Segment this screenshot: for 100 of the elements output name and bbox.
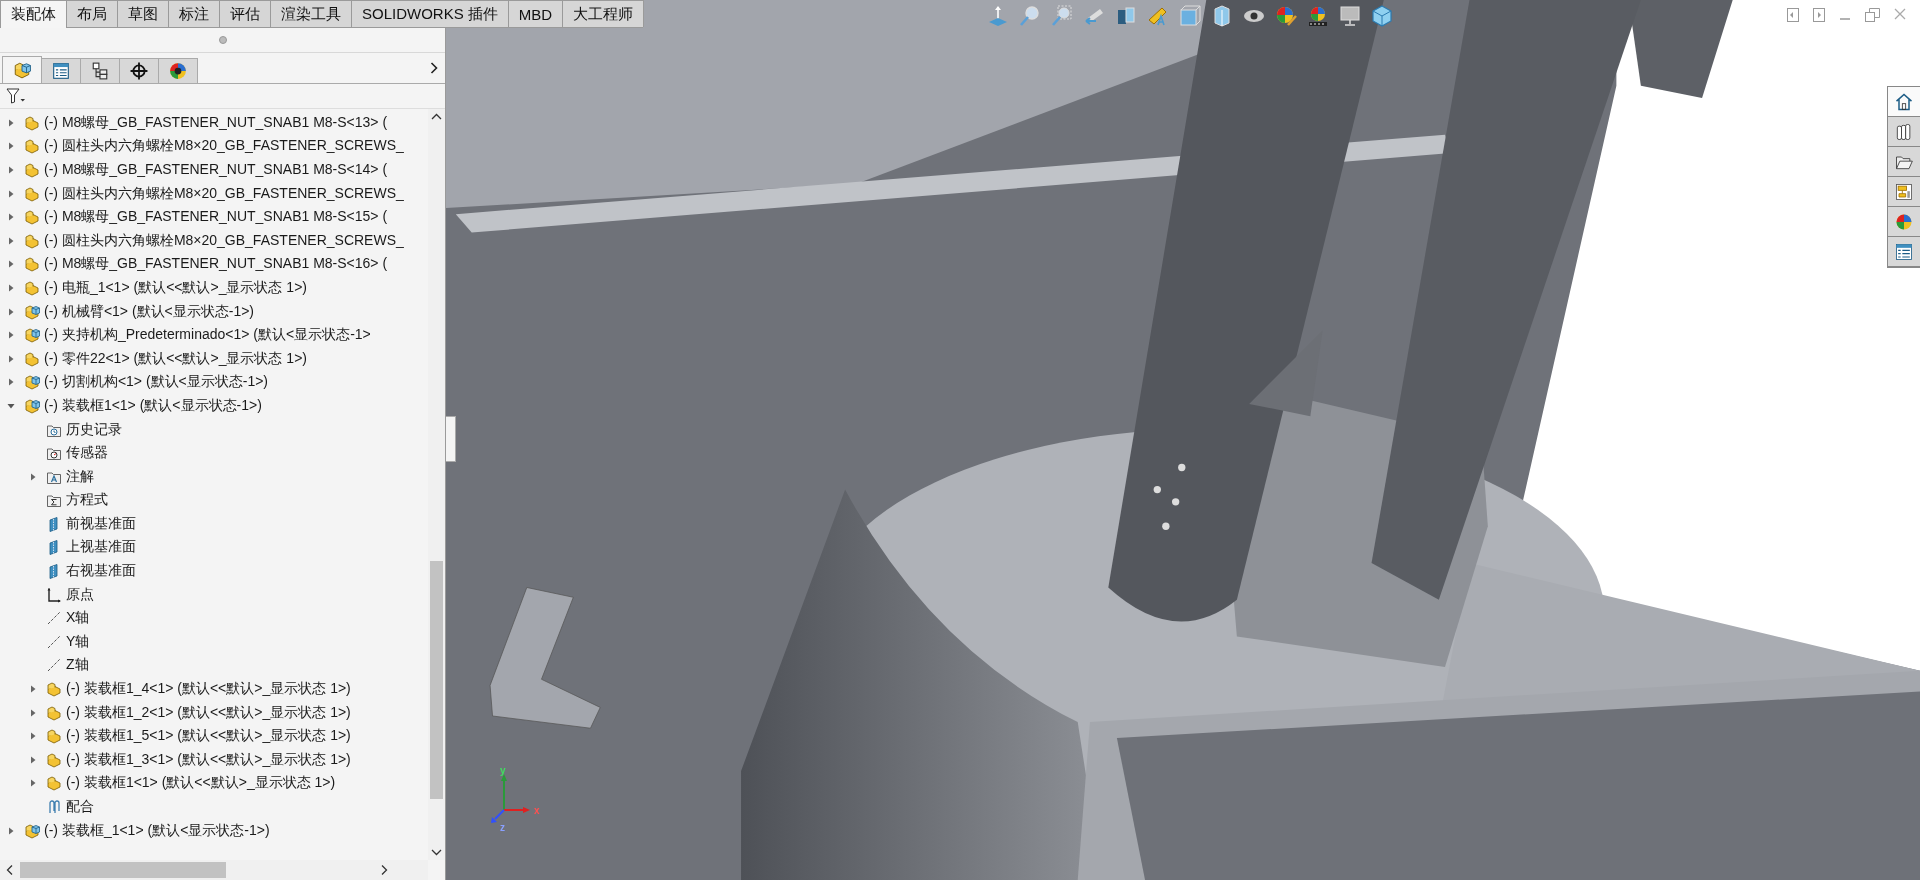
task-pane-tab[interactable] [1888, 87, 1920, 117]
panel-tab[interactable] [158, 58, 198, 83]
axis-triad-icon [491, 774, 530, 823]
home-icon [1894, 91, 1914, 112]
part-icon [46, 775, 62, 792]
assembly-icon [24, 303, 40, 320]
tree-item[interactable]: (-) 装载框1_4<1> (默认<<默认>_显示状态 1>) [66, 680, 351, 699]
monitor-icon[interactable] [1338, 4, 1362, 28]
panel-collapse-handle[interactable] [446, 416, 456, 462]
axis-label: z [500, 822, 505, 832]
horizontal-scrollbar[interactable] [0, 860, 428, 880]
tree-item[interactable]: 上视基准面 [66, 538, 136, 557]
tree-item[interactable]: (-) M8螺母_GB_FASTENER_NUT_SNAB1 M8-S<16> ( [44, 255, 388, 274]
tree-item[interactable]: (-) M8螺母_GB_FASTENER_NUT_SNAB1 M8-S<15> ( [44, 208, 388, 227]
part-icon [24, 232, 40, 249]
tree-item[interactable]: 前视基准面 [66, 514, 136, 533]
tree-item[interactable]: 历史记录 [66, 420, 122, 439]
ribbon-tab[interactable]: 评估 [219, 0, 271, 27]
axis-icon [46, 657, 62, 674]
tree-item[interactable]: (-) 装载框1_3<1> (默认<<默认>_显示状态 1>) [66, 750, 351, 769]
tree-item[interactable]: (-) 电瓶_1<1> (默认<<默认>_显示状态 1>) [44, 278, 307, 297]
part-icon [46, 751, 62, 768]
crosshair-icon [130, 62, 148, 80]
ribbon-tab[interactable]: MBD [507, 0, 564, 27]
ribbon-tab[interactable]: 草图 [117, 0, 169, 27]
property-list-icon [52, 62, 70, 80]
assembly-icon [24, 374, 40, 391]
ribbon-tab[interactable]: SOLIDWORKS 插件 [351, 0, 509, 27]
axis-icon [46, 633, 62, 650]
ribbon-tab[interactable]: 装配体 [0, 0, 67, 28]
configuration-tree-icon [91, 62, 109, 80]
feature-tree-icon [13, 61, 31, 79]
ribbon-tab[interactable]: 大工程师 [562, 0, 645, 27]
view-palette-icon [1894, 181, 1914, 202]
ribbon-tab[interactable]: 布局 [66, 0, 118, 27]
tree-item[interactable]: 右视基准面 [66, 562, 136, 581]
property-list-icon [1894, 241, 1914, 262]
task-pane-tab[interactable] [1888, 147, 1920, 177]
tree-item[interactable]: (-) M8螺母_GB_FASTENER_NUT_SNAB1 M8-S<13> ( [44, 113, 388, 132]
part-icon [24, 114, 40, 131]
part-icon [24, 350, 40, 367]
panel-right-icon[interactable] [1813, 8, 1825, 22]
tree-item[interactable]: (-) 切割机构<1> (默认<显示状态-1>) [44, 373, 269, 392]
part-icon [24, 185, 40, 202]
equation-folder-icon [46, 492, 62, 509]
color-ball-icon [169, 62, 187, 80]
tree-item[interactable]: (-) 装载框1_2<1> (默认<<默认>_显示状态 1>) [66, 703, 351, 722]
axis-icon [46, 610, 62, 627]
tree-item[interactable]: 方程式 [66, 491, 108, 510]
task-pane-tab[interactable] [1888, 207, 1920, 237]
part-icon [24, 256, 40, 273]
part-icon [46, 704, 62, 721]
vertical-scrollbar[interactable] [428, 109, 445, 860]
tree-item[interactable]: (-) 圆柱头内六角螺栓M8×20_GB_FASTENER_SCREWS_ [44, 231, 404, 250]
tree-item[interactable]: 原点 [66, 585, 94, 604]
part-icon [24, 138, 40, 155]
tree-item[interactable]: X轴 [66, 609, 90, 628]
scrollbar-thumb[interactable] [430, 561, 443, 799]
ribbon-tab[interactable]: 标注 [168, 0, 220, 27]
cube-icon[interactable] [1370, 4, 1394, 28]
tree-item[interactable]: (-) 装载框1_5<1> (默认<<默认>_显示状态 1>) [66, 727, 351, 746]
tree-item[interactable]: (-) 圆柱头内六角螺栓M8×20_GB_FASTENER_SCREWS_ [44, 137, 404, 156]
part-icon [24, 209, 40, 226]
assembly-icon [24, 822, 40, 839]
ribbon-tab[interactable]: 渲染工具 [270, 0, 352, 27]
task-pane-tab[interactable] [1888, 177, 1920, 207]
tree-item[interactable]: (-) 夹持机构_Predeterminado<1> (默认<显示状态-1> [44, 326, 371, 345]
mates-icon [46, 799, 62, 815]
tree-item[interactable]: 注解 [66, 467, 94, 486]
assembly-icon [24, 327, 40, 344]
tree-item[interactable]: 传感器 [66, 444, 108, 463]
restore-icon[interactable] [1865, 8, 1880, 22]
part-icon [46, 681, 62, 698]
tree-item[interactable]: (-) 零件22<1> (默认<<默认>_显示状态 1>) [44, 349, 307, 368]
scene-icon[interactable] [1306, 4, 1330, 28]
tree-item[interactable]: (-) 装载框1<1> (默认<<默认>_显示状态 1>) [66, 774, 336, 793]
axis-label: x [534, 805, 540, 816]
part-icon [24, 162, 40, 178]
panel-tab[interactable] [119, 58, 159, 83]
task-pane-tab[interactable] [1888, 117, 1920, 147]
tree-item[interactable]: (-) 圆柱头内六角螺栓M8×20_GB_FASTENER_SCREWS_ [44, 184, 404, 203]
sensor-folder-icon [46, 445, 62, 462]
tree-item[interactable]: Z轴 [66, 656, 89, 675]
tree-item[interactable]: (-) M8螺母_GB_FASTENER_NUT_SNAB1 M8-S<14> ( [44, 161, 388, 179]
part-icon [46, 728, 62, 745]
chevron-right-icon[interactable] [429, 61, 439, 75]
panel-grip-handle[interactable] [218, 36, 227, 44]
assembly-icon [24, 397, 40, 414]
tree-item[interactable]: (-) 机械臂<1> (默认<显示状态-1>) [44, 302, 255, 321]
axis-label: y [500, 766, 506, 776]
tree-item[interactable]: 配合 [66, 798, 94, 816]
scrollbar-thumb[interactable] [20, 862, 226, 878]
tree-item[interactable]: (-) 装载框_1<1> (默认<显示状态-1>) [44, 821, 270, 840]
tree-item[interactable]: Y轴 [66, 632, 90, 651]
panel-tab[interactable] [80, 58, 120, 83]
tree-item[interactable]: (-) 装载框1<1> (默认<显示状态-1>) [44, 396, 262, 415]
appearance-icon[interactable] [1274, 4, 1298, 28]
task-pane-tab[interactable] [1888, 237, 1920, 267]
panel-left-icon[interactable] [1787, 8, 1799, 22]
filter-icon[interactable] [6, 88, 26, 104]
